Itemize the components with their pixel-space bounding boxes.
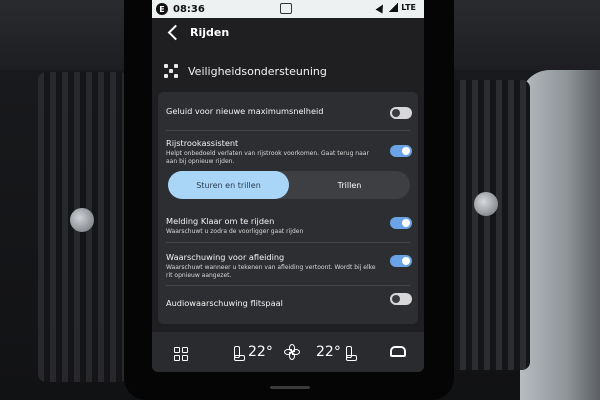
- location-icon: [375, 2, 387, 13]
- bezel-handle: [270, 386, 310, 389]
- page-header: Rijden: [152, 18, 424, 50]
- setting-title: Waarschuwing voor afleiding: [166, 252, 285, 262]
- setting-title: Melding Klaar om te rijden: [166, 216, 275, 226]
- lane-assist-toggle[interactable]: [390, 145, 412, 157]
- right-vent-knob: [474, 192, 498, 216]
- ready-to-drive-toggle[interactable]: [390, 217, 412, 229]
- speed-limit-sound-toggle[interactable]: [390, 107, 412, 119]
- status-badge: E: [156, 3, 168, 15]
- setting-lane-assist[interactable]: Rijstrookassistent Helpt onbedoeld verla…: [166, 138, 410, 166]
- signal-icon: [388, 3, 399, 12]
- infotainment-screen: E 08:36 LTE Rijden Veiligheidsondersteun…: [152, 0, 424, 372]
- setting-description: Waarschuwt u zodra de voorligger gaat ri…: [166, 228, 304, 235]
- seat-heat-icon[interactable]: [344, 346, 357, 361]
- setting-description: Waarschuwt wanneer u tekenen van afleidi…: [166, 264, 376, 280]
- setting-title: Geluid voor nieuwe maximumsnelheid: [166, 106, 324, 116]
- divider: [166, 130, 410, 131]
- phone-projection-icon: [280, 3, 292, 14]
- lane-mode-selector: Sturen en trillen Trillen: [168, 171, 410, 199]
- settings-card: Geluid voor nieuwe maximumsnelheid Rijst…: [158, 92, 418, 324]
- right-temperature[interactable]: 22°: [316, 344, 341, 360]
- fan-icon[interactable]: [284, 344, 300, 360]
- status-indicators: LTE: [375, 2, 416, 13]
- section-header: Veiligheidsondersteuning: [164, 64, 327, 78]
- setting-title: Rijstrookassistent: [166, 138, 239, 148]
- speed-camera-audio-toggle[interactable]: [390, 293, 412, 305]
- page-title: Rijden: [190, 26, 230, 39]
- status-time: 08:36: [173, 3, 205, 15]
- left-vent-knob: [70, 208, 94, 232]
- lane-mode-option-vibrate[interactable]: Trillen: [289, 171, 410, 199]
- apps-grid-icon[interactable]: [174, 347, 188, 361]
- right-air-vent: [448, 80, 530, 370]
- climate-bar: 22° 22°: [152, 332, 424, 372]
- setting-speed-limit-sound[interactable]: Geluid voor nieuwe maximumsnelheid: [166, 106, 410, 116]
- setting-description: Helpt onbedoeld verlaten van rijstrook v…: [166, 150, 369, 166]
- setting-title: Audiowaarschuwing flitspaal: [166, 298, 283, 308]
- distraction-warning-toggle[interactable]: [390, 255, 412, 267]
- lane-mode-option-steer-vibrate[interactable]: Sturen en trillen: [168, 171, 289, 199]
- network-label: LTE: [401, 3, 416, 12]
- setting-ready-to-drive[interactable]: Melding Klaar om te rijden Waarschuwt u …: [166, 216, 410, 236]
- left-temperature[interactable]: 22°: [248, 344, 273, 360]
- right-trim: [520, 70, 600, 400]
- car-front-icon[interactable]: [390, 346, 406, 357]
- car-safety-icon: [164, 64, 178, 78]
- divider: [166, 242, 410, 243]
- setting-distraction-warning[interactable]: Waarschuwing voor afleiding Waarschuwt w…: [166, 252, 410, 280]
- back-icon[interactable]: [166, 25, 180, 41]
- setting-speed-camera-audio[interactable]: Audiowaarschuwing flitspaal: [166, 298, 410, 308]
- divider: [166, 285, 410, 286]
- section-title: Veiligheidsondersteuning: [188, 64, 327, 78]
- seat-heat-icon[interactable]: [232, 346, 245, 361]
- status-bar: E 08:36 LTE: [152, 0, 424, 18]
